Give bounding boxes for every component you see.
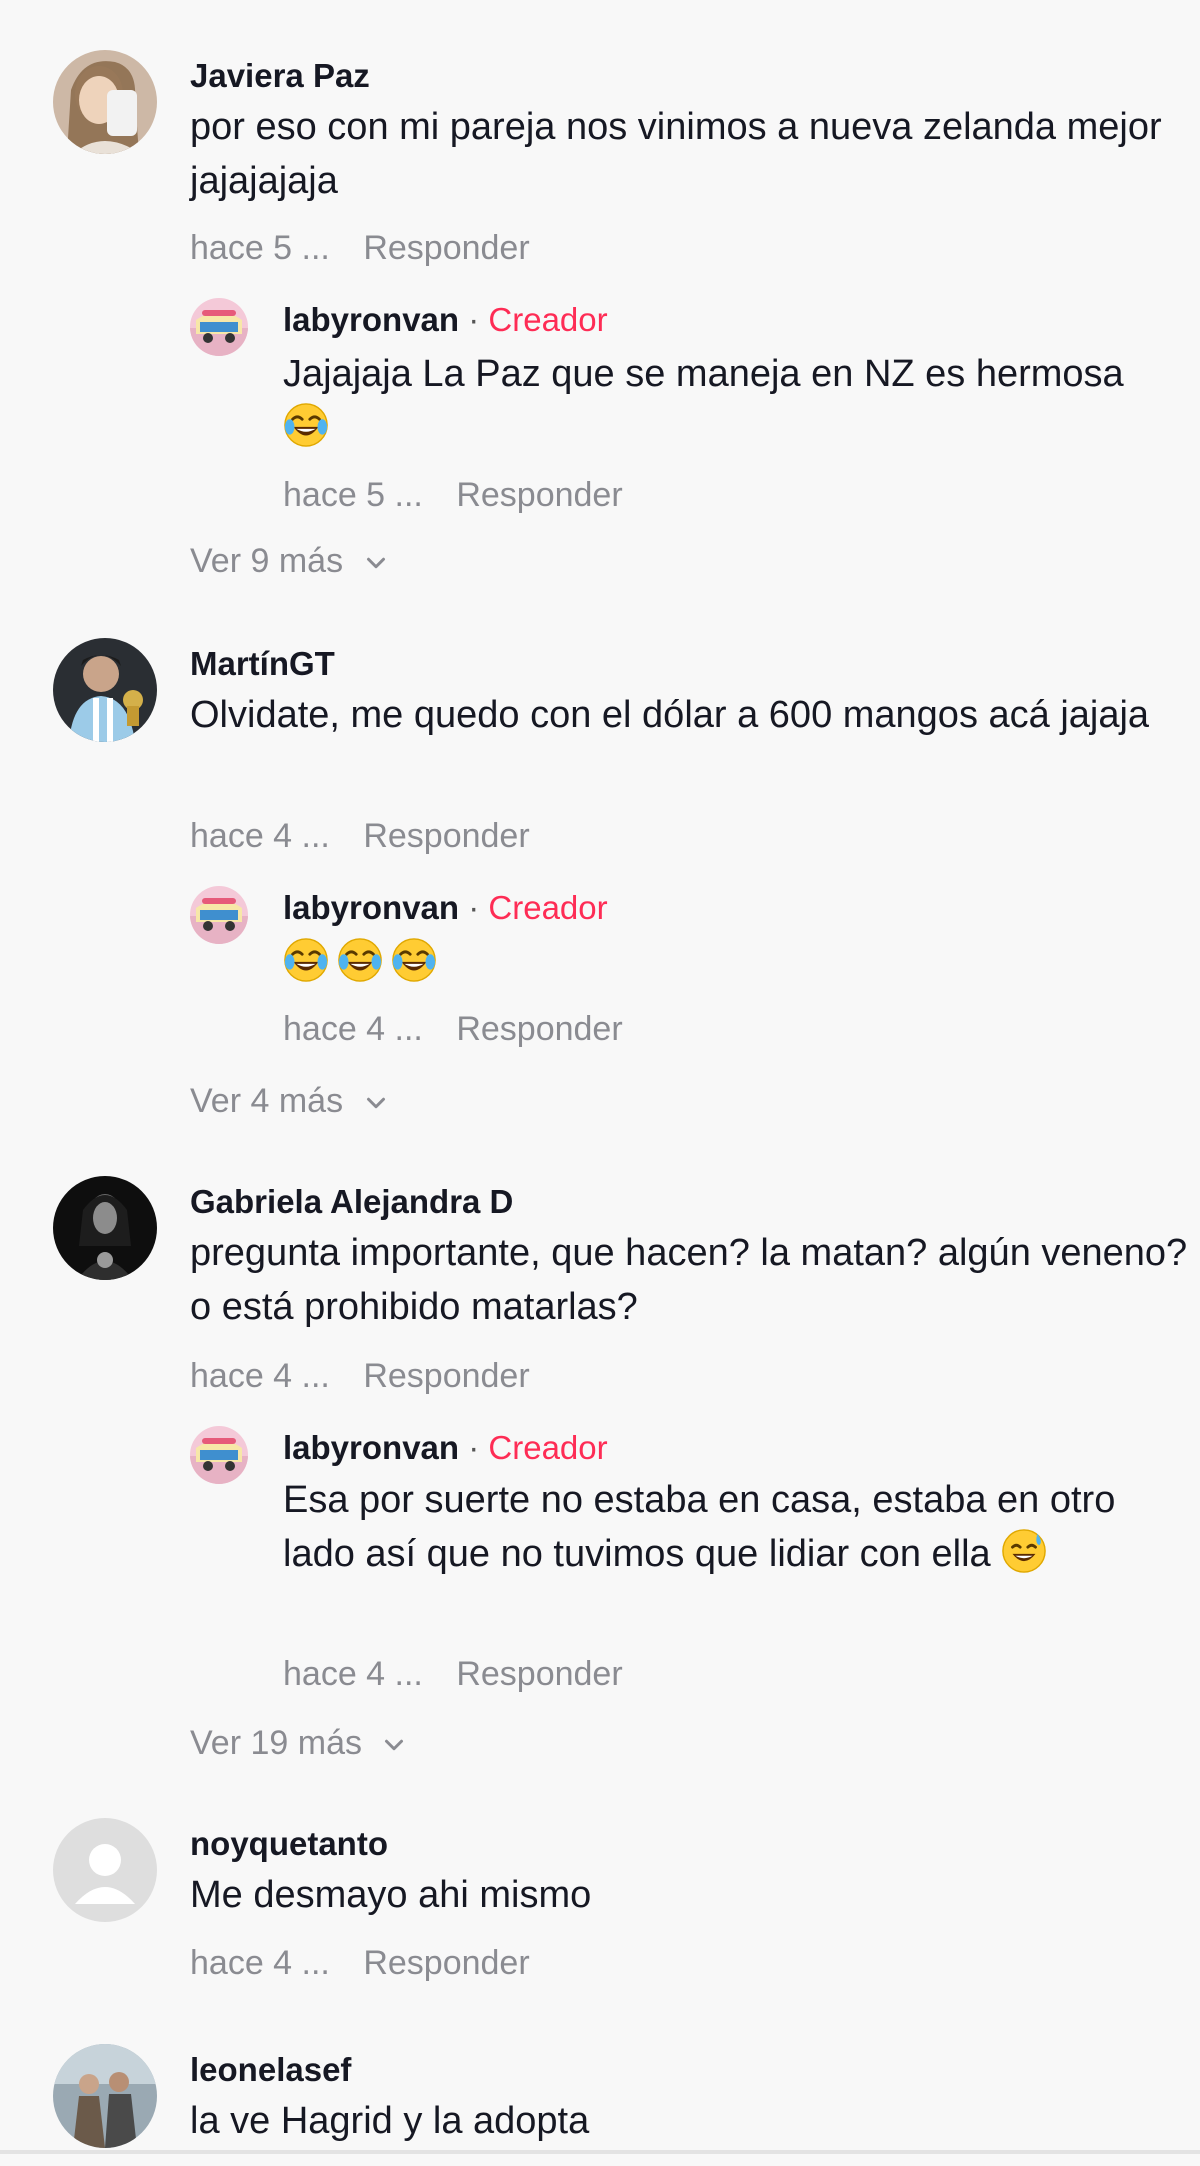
comment-time: hace 4 ... [190,1357,330,1395]
comment-text: por eso con mi pareja nos vinimos a nuev… [190,106,1162,202]
avatar[interactable] [190,298,248,356]
comment-time: hace 4 ... [190,817,330,855]
comment-username[interactable]: MartínGT [190,644,335,684]
chevron-down-icon [361,548,391,578]
comment-username[interactable]: Javiera Paz [190,56,370,96]
view-more-replies[interactable]: Ver 19 más [190,1723,409,1763]
comment-text: Olvidate, me quedo con el dólar a 600 ma… [190,694,1150,736]
avatar[interactable] [190,886,248,944]
comment-text: la ve Hagrid y la adopta [190,2100,590,2142]
comment-meta: hace 4 ... Responder [190,1356,530,1396]
avatar[interactable] [190,1426,248,1484]
reply-username[interactable]: labyronvan · Creador [283,888,608,928]
tears-of-joy-emoji [337,937,383,983]
avatar[interactable] [53,1818,157,1922]
reply-button[interactable]: Responder [363,228,529,268]
tears-of-joy-emoji [391,937,437,983]
creator-badge: Creador [488,1429,608,1466]
reply-time: hace 5 ... [283,476,423,514]
avatar[interactable] [53,50,157,154]
chevron-down-icon [379,1730,409,1760]
tears-of-joy-emoji [283,937,329,983]
reply-username-text[interactable]: labyronvan [283,1429,459,1466]
view-more-replies[interactable]: Ver 4 más [190,1081,391,1121]
tears-of-joy-emoji [283,402,329,448]
comment-username[interactable]: leonelasef [190,2050,351,2090]
view-more-replies[interactable]: Ver 9 más [190,541,391,581]
avatar[interactable] [53,2044,157,2148]
reply-button[interactable]: Responder [363,1356,529,1396]
chevron-down-icon [361,1088,391,1118]
creator-badge: Creador [488,889,608,926]
reply-text-content: Esa por suerte no estaba en casa, estaba… [283,1479,1116,1575]
comment-text: Me desmayo ahi mismo [190,1874,592,1916]
reply-text [283,936,1200,990]
reply-meta: hace 5 ... Responder [283,475,623,515]
separator: · [468,889,480,926]
separator: · [468,1429,480,1466]
reply-time: hace 4 ... [283,1010,423,1048]
comment-username[interactable]: noyquetanto [190,1824,388,1864]
reply-button[interactable]: Responder [363,1943,529,1983]
reply-button[interactable]: Responder [456,1654,622,1694]
reply-time: hace 4 ... [283,1655,423,1693]
view-more-label[interactable]: Ver 19 más [190,1724,362,1762]
reply-meta: hace 4 ... Responder [283,1009,623,1049]
comment-username[interactable]: Gabriela Alejandra D [190,1182,513,1222]
reply-button[interactable]: Responder [456,475,622,515]
view-more-label[interactable]: Ver 9 más [190,542,343,580]
view-more-label[interactable]: Ver 4 más [190,1082,343,1120]
comment-time: hace 5 ... [190,229,330,267]
reply-text: Jajajaja La Paz que se maneja en NZ es h… [283,347,1143,455]
grinning-sweat-emoji [1001,1528,1047,1574]
reply-button[interactable]: Responder [363,816,529,856]
comment-text: pregunta importante, que hacen? la matan… [190,1232,1188,1328]
separator: · [468,301,480,338]
comment-time: hace 4 ... [190,1944,330,1982]
reply-text-content: Jajajaja La Paz que se maneja en NZ es h… [283,353,1124,395]
comment-meta: hace 5 ... Responder [190,228,530,268]
avatar[interactable] [53,638,157,742]
comment-meta: hace 4 ... Responder [190,1943,530,1983]
reply-username[interactable]: labyronvan · Creador [283,300,608,340]
reply-username[interactable]: labyronvan · Creador [283,1428,608,1468]
reply-text: Esa por suerte no estaba en casa, estaba… [283,1473,1183,1581]
comment-meta: hace 4 ... Responder [190,816,530,856]
divider [0,2150,1200,2154]
reply-username-text[interactable]: labyronvan [283,889,459,926]
reply-meta: hace 4 ... Responder [283,1654,623,1694]
creator-badge: Creador [488,301,608,338]
reply-button[interactable]: Responder [456,1009,622,1049]
reply-username-text[interactable]: labyronvan [283,301,459,338]
avatar[interactable] [53,1176,157,1280]
